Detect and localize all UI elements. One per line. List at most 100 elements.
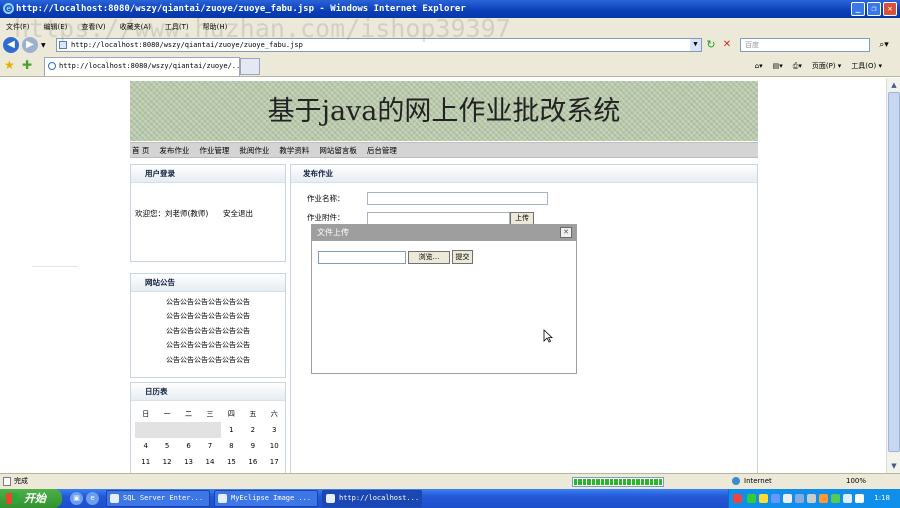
calendar-day [199,422,221,438]
scroll-thumb[interactable] [888,92,900,452]
clock: 1:18 [874,494,890,502]
calendar-day[interactable]: 1 [220,422,243,438]
calendar-day[interactable]: 2 [242,422,264,438]
taskbar-item[interactable]: http://localhost... [322,490,422,507]
calendar-day[interactable]: 17 [264,454,285,470]
tray-volume-icon[interactable] [783,494,792,503]
address-dropdown-icon[interactable]: ▼ [690,39,701,51]
notice-header: 网站公告 [131,274,285,292]
calendar-day [156,422,178,438]
weekday: 日 [142,410,150,418]
sql-server-icon [110,494,119,503]
notice-item[interactable]: 公告公告公告公告公告公告 [131,324,285,338]
watermark: https://www.huzhan.com/ishop39397 [14,14,511,43]
nav-admin[interactable]: 后台管理 [367,145,397,156]
calendar-day[interactable]: 16 [242,454,263,470]
calendar-day[interactable]: 11 [135,454,156,470]
tab-page-icon [48,62,56,70]
divider [32,266,78,267]
vertical-scrollbar[interactable]: ▲ ▼ [886,78,900,473]
search-input[interactable]: 百度 [740,38,870,52]
scroll-down-icon[interactable]: ▼ [887,459,900,473]
start-button[interactable]: 开始 [0,489,62,508]
close-window-button[interactable]: ✕ [883,2,897,16]
tray-misc-icon[interactable] [831,494,840,503]
browser-tab[interactable]: http://localhost:8080/wszy/qiantai/zuoye… [44,57,240,76]
command-bar: ⌂▾ ▤▾ ⎙▾ 页面(P) ▾ 工具(O) ▾ [755,59,882,73]
nav-teaching-materials[interactable]: 教学资料 [279,145,309,156]
ie-quicklaunch-icon[interactable]: e [86,492,99,505]
minimize-button[interactable]: _ [851,2,865,16]
notice-item[interactable]: 公告公告公告公告公告公告 [131,309,285,323]
calendar-day[interactable]: 4 [135,438,156,454]
notice-item[interactable]: 公告公告公告公告公告公告 [131,338,285,352]
tray-misc-icon[interactable] [819,494,828,503]
windows-taskbar: 开始 ▣ e SQL Server Enter... MyEclipse Ima… [0,489,900,508]
tray-ime-icon[interactable] [771,494,780,503]
print-icon[interactable]: ⎙▾ [793,59,802,73]
calendar-day[interactable]: 12 [156,454,177,470]
browse-button[interactable]: 浏览... [408,251,450,264]
add-favorites-icon[interactable]: ✚ [22,58,32,72]
nav-message-board[interactable]: 网站留言板 [319,145,357,156]
page-menu[interactable]: 页面(P) ▾ [812,59,841,73]
site-banner: 基于java的网上作业批改系统 [130,81,758,141]
tray-network-icon[interactable] [747,494,756,503]
nav-publish-homework[interactable]: 发布作业 [159,145,189,156]
tray-misc-icon[interactable] [855,494,864,503]
calendar-day[interactable]: 7 [199,438,220,454]
start-label: 开始 [24,492,46,505]
tray-misc-icon[interactable] [807,494,816,503]
tools-menu[interactable]: 工具(O) ▾ [851,59,882,73]
favorites-bar: ★ ✚ http://localhost:8080/wszy/qiantai/z… [0,55,900,77]
weekday: 二 [185,410,193,418]
security-zone[interactable]: Internet [732,474,772,489]
calendar-day[interactable]: 3 [263,422,285,438]
nav-home[interactable]: 首 页 [132,145,149,156]
calendar-day[interactable]: 6 [178,438,199,454]
calendar-day[interactable]: 5 [156,438,177,454]
tray-update-icon[interactable] [795,494,804,503]
tab-title: http://localhost:8080/wszy/qiantai/zuoye… [59,62,240,70]
window-title: http://localhost:8080/wszy/qiantai/zuoye… [16,4,466,14]
ie-task-icon [326,494,335,503]
dialog-close-button[interactable]: ✕ [560,227,572,238]
new-tab-button[interactable] [240,58,260,75]
page-status-icon [3,477,11,486]
calendar-day[interactable]: 14 [199,454,220,470]
maximize-button[interactable]: ❐ [867,2,881,16]
submit-button[interactable]: 提交 [452,250,473,264]
tray-misc-icon[interactable] [843,494,852,503]
nav-review-homework[interactable]: 批阅作业 [239,145,269,156]
calendar-table: 日 一 二 三 四 五 六 1 2 3 4 5 6 7 8 9 10 11 12… [135,406,285,470]
calendar-day[interactable]: 10 [264,438,285,454]
weekday: 一 [163,410,171,418]
dialog-titlebar: 文件上传 ✕ [312,225,576,241]
calendar-day[interactable]: 13 [178,454,199,470]
taskbar-item[interactable]: SQL Server Enter... [106,490,210,507]
nav-homework-management[interactable]: 作业管理 [199,145,229,156]
page-viewport: 基于java的网上作业批改系统 首 页 发布作业 作业管理 批阅作业 教学资料 … [0,78,886,473]
file-path-input[interactable] [318,251,406,264]
calendar-day[interactable]: 15 [221,454,242,470]
status-bar: 完成 Internet 100% [0,473,900,489]
notice-item[interactable]: 公告公告公告公告公告公告 [131,353,285,367]
feeds-icon[interactable]: ▤▾ [773,59,783,73]
status-text: 完成 [14,477,28,485]
logout-link[interactable]: 安全退出 [223,208,253,219]
tray-security-icon[interactable] [759,494,768,503]
stop-icon[interactable]: ✕ [720,38,734,52]
taskbar-item[interactable]: MyEclipse Image ... [214,490,318,507]
home-icon[interactable]: ⌂▾ [755,59,763,73]
favorites-star-icon[interactable]: ★ [4,58,15,72]
show-desktop-icon[interactable]: ▣ [70,492,83,505]
search-icon[interactable]: ⌕▾ [873,38,895,52]
calendar-day[interactable]: 8 [221,438,242,454]
zoom-level[interactable]: 100% [846,474,866,489]
notice-item[interactable]: 公告公告公告公告公告公告 [131,295,285,309]
calendar-day[interactable]: 9 [242,438,263,454]
refresh-icon[interactable]: ↻ [704,38,718,52]
homework-name-input[interactable] [367,192,548,205]
scroll-up-icon[interactable]: ▲ [887,78,900,92]
tray-app-icon[interactable] [733,494,742,503]
